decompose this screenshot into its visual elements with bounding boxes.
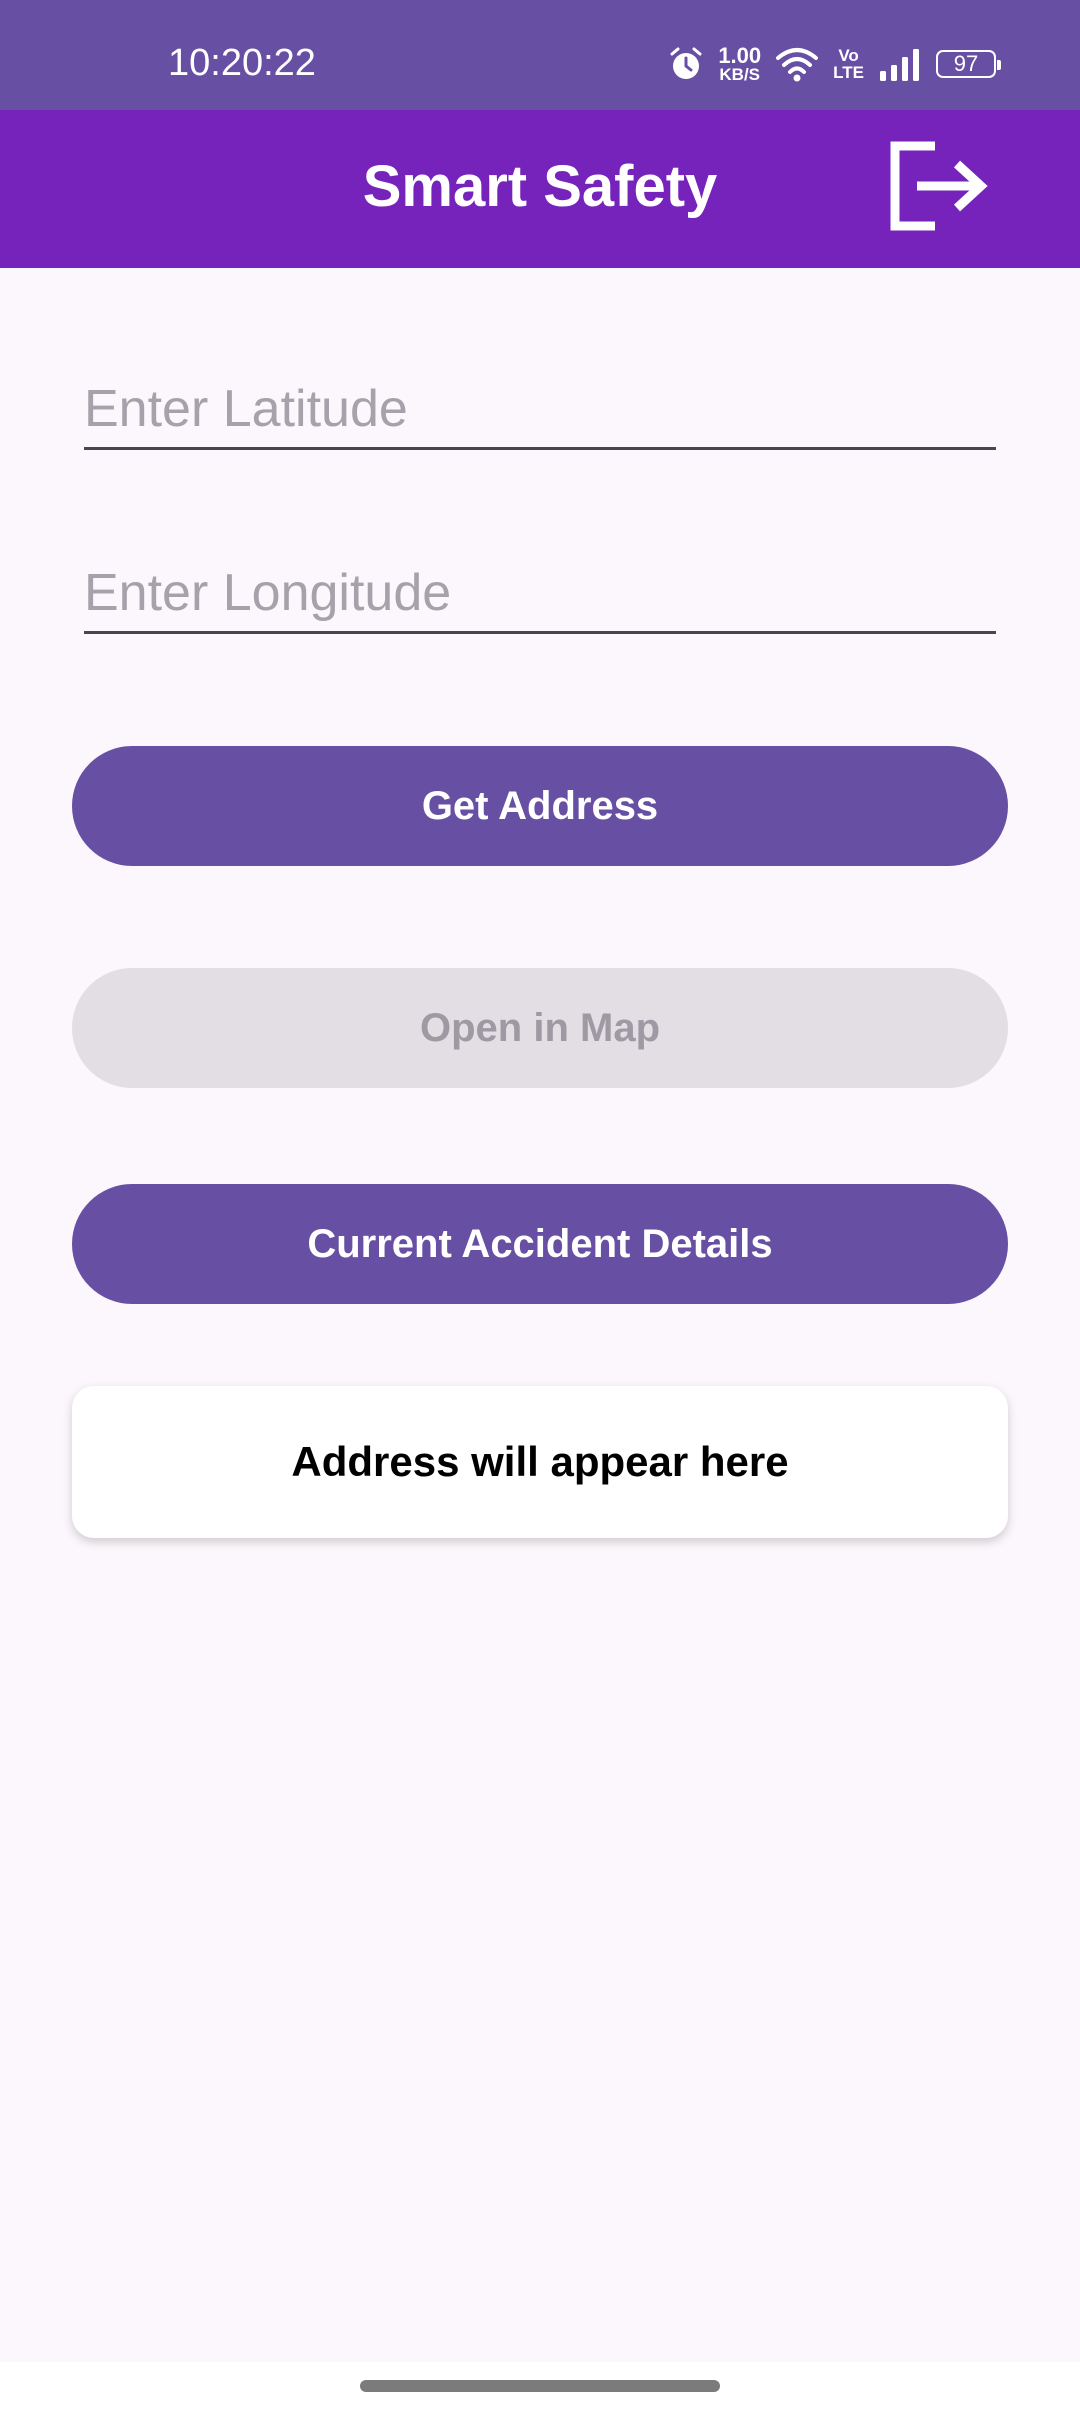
volte-indicator: Vo LTE [833,47,864,81]
status-icons: 1.00 KB/S Vo LTE 97 [668,42,1001,84]
current-accident-details-button[interactable]: Current Accident Details [72,1184,1008,1304]
longitude-input[interactable] [84,564,996,634]
app-bar: Smart Safety [0,110,1080,268]
open-in-map-button[interactable]: Open in Map [72,968,1008,1088]
net-speed-unit: KB/S [719,64,761,84]
wifi-icon [775,46,819,82]
battery-level: 97 [953,51,979,76]
alarm-icon [668,46,704,82]
net-speed-indicator: 1.00 KB/S [718,42,762,84]
latitude-input[interactable] [84,380,996,450]
status-time: 10:20:22 [168,42,316,84]
longitude-field [84,564,996,634]
latitude-field [84,380,996,450]
net-speed-value: 1.00 [718,42,762,68]
battery-icon: 97 [936,50,1001,78]
signal-icon [878,47,922,81]
volte-top: Vo [838,46,859,65]
current-accident-details-label: Current Accident Details [307,1221,773,1266]
open-in-map-label: Open in Map [420,1005,660,1050]
address-card: Address will appear here [72,1386,1008,1538]
status-bar: 10:20:22 1.00 KB/S Vo LTE 97 [0,0,1080,110]
logout-icon [887,138,991,239]
volte-bottom: LTE [833,63,864,82]
get-address-button[interactable]: Get Address [72,746,1008,866]
home-indicator[interactable] [360,2380,720,2392]
logout-button[interactable] [880,138,998,238]
address-text: Address will appear here [291,1438,789,1485]
get-address-label: Get Address [421,783,659,828]
